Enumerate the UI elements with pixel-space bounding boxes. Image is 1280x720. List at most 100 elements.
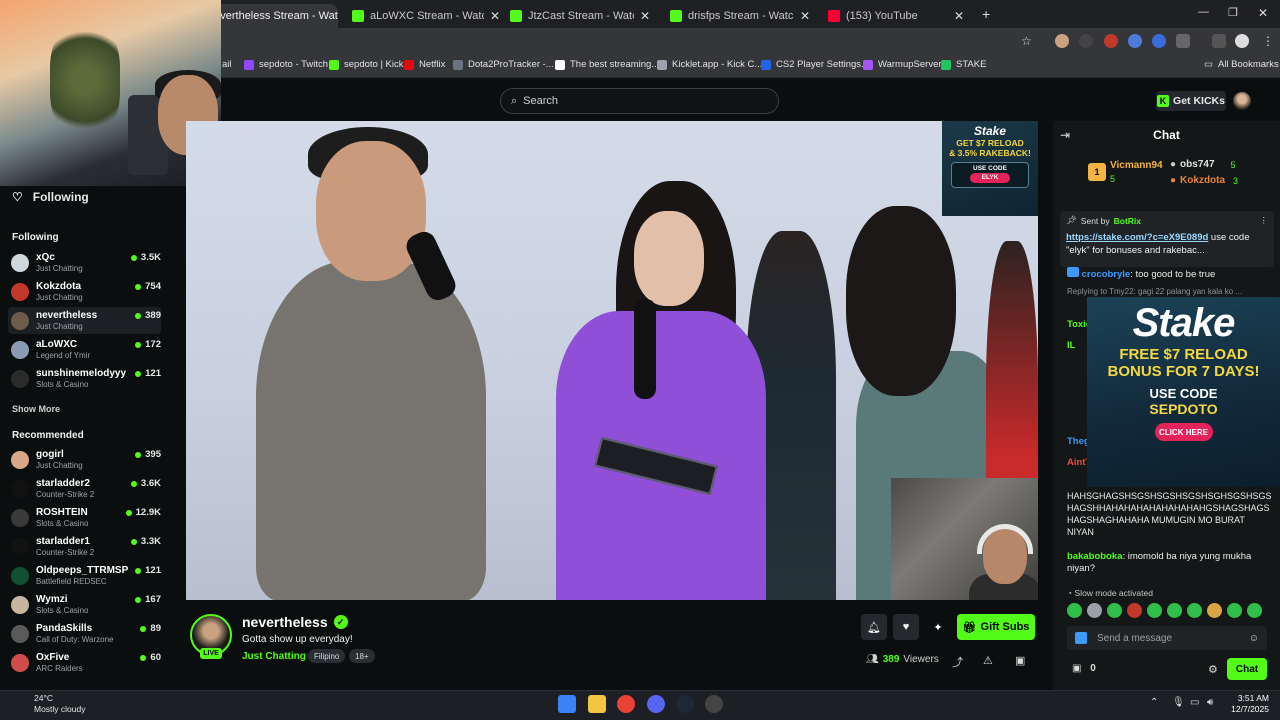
get-kicks-button[interactable]: K Get KICKs [1156,91,1226,111]
emote-icon[interactable] [1067,603,1082,618]
unpin-icon[interactable]: ⋮ [1260,215,1269,226]
sidebar-channel[interactable]: PandaSkills Call of Duty: Warzone 89 [8,620,161,647]
emoji-icon[interactable]: ☺ [1249,633,1259,644]
gift-subs-button[interactable]: 🎁︎ Gift Subs [957,614,1035,640]
all-bookmarks[interactable]: ▭ All Bookmarks [1204,59,1279,70]
bookmark-item[interactable]: STAKE [941,59,986,70]
bookmark-item[interactable]: The best streaming... [555,59,659,70]
extension-icon[interactable] [1104,34,1118,48]
sidebar-channel[interactable]: xQc Just Chatting 3.5K [8,249,161,276]
sidebar-channel[interactable]: aLoWXC Legend of Ymir 172 [8,336,161,363]
network-icon[interactable]: ▭ [1190,697,1199,708]
close-tab-icon[interactable]: ✕ [640,9,650,23]
chat-settings-icon[interactable]: ⚙ [1208,663,1218,676]
sidebar-channel[interactable]: nevertheless Just Chatting 389 [8,307,161,334]
user-card-icon[interactable]: ▣ [1015,654,1025,667]
minimize-icon[interactable]: — [1198,6,1209,18]
sidebar-channel[interactable]: gogirl Just Chatting 395 [8,446,161,473]
user-avatar[interactable] [1233,92,1251,110]
emote-icon[interactable] [1127,603,1142,618]
tab-drisfps[interactable]: drisfps Stream - Watch Live on Kick ✕ [662,4,818,28]
follow-button[interactable]: ♥ [893,614,919,640]
windows-start-icon[interactable] [558,695,576,713]
tab-youtube[interactable]: (153) YouTube ✕ [820,4,972,28]
bookmark-item[interactable]: Kicklet.app - Kick C... [657,59,762,70]
show-more-link[interactable]: Show More [12,404,60,414]
bot-name[interactable]: BotRix [1114,216,1141,226]
restore-icon[interactable]: ❐ [1228,6,1238,19]
video-player[interactable] [186,121,1038,600]
sidebar-channel[interactable]: ROSHTEIN Slots & Casino 12.9K [8,504,161,531]
close-tab-icon[interactable]: ✕ [954,9,964,23]
chat-username[interactable]: IL [1067,340,1075,351]
sidebar-channel[interactable]: sunshinemelodyyy Slots & Casino 121 [8,365,161,392]
report-icon[interactable]: ⚠ [983,654,993,667]
volume-icon[interactable]: 🔊︎ [1207,697,1213,708]
sidebar-channel[interactable]: starladder2 Counter-Strike 2 3.6K [8,475,161,502]
pinned-message[interactable]: 📌︎ Sent by BotRix ⋮ https://stake.com/?c… [1060,211,1274,267]
bookmark-item[interactable]: Dota2ProTracker -... [453,59,554,70]
sidebar-channel[interactable]: Wymzi Slots & Casino 167 [8,591,161,618]
top-gifter[interactable]: Vicmann94 [1110,160,1163,171]
file-explorer-icon[interactable] [588,695,606,713]
steam-icon[interactable] [676,695,694,713]
close-tab-icon[interactable]: ✕ [490,9,500,23]
sidebar-channel[interactable]: Oldpeeps_TTRMSP Battlefield REDSEC 121 [8,562,161,589]
emote-icon[interactable] [1247,603,1262,618]
chat-send-button[interactable]: Chat [1227,658,1267,680]
search-input[interactable]: ⌕ Search [500,88,779,114]
weather-widget[interactable]: 24°C Mostly cloudy [12,693,86,715]
bookmark-item[interactable]: sepdoto - Twitch [244,59,328,70]
tag-18plus[interactable]: 18+ [349,649,375,663]
profile-icon[interactable] [1235,34,1249,48]
following-section-title[interactable]: ♡ Following [12,190,89,204]
microphone-icon[interactable]: 🎙︎ [1172,697,1185,708]
stream-category[interactable]: Just Chatting [242,651,306,662]
bookmark-item[interactable]: sepdoto | Kick [329,59,404,70]
emote-icon[interactable] [1087,603,1102,618]
extension-icon[interactable] [1152,34,1166,48]
emote-icon[interactable] [1107,603,1122,618]
tab-jtzcast[interactable]: JtzCast Stream - Watch Live on Kick ✕ [502,4,658,28]
streamer-name[interactable]: nevertheless ✓ [242,614,348,630]
points-display[interactable]: ▣ 0 [1072,663,1096,674]
click-here-button[interactable]: CLICK HERE [1154,423,1213,441]
chat-input[interactable]: Send a message ☺ [1067,626,1267,650]
sidebar-channel[interactable]: Kokzdota Just Chatting 754 [8,278,161,305]
pinned-link[interactable]: https://stake.com/?c=eX9E089d [1066,232,1208,243]
browser-menu-icon[interactable]: ⋮ [1262,34,1274,48]
bookmark-item[interactable]: ail [222,59,232,70]
close-window-icon[interactable]: ✕ [1258,6,1268,20]
tray-chevron-icon[interactable]: ⌃ [1150,697,1158,708]
reading-list-icon[interactable] [1212,34,1226,48]
extension-icon[interactable] [1079,34,1093,48]
close-tab-icon[interactable]: ✕ [800,9,810,23]
bookmark-item[interactable]: WarmupServer [863,59,942,70]
system-clock[interactable]: 3:51 AM 12/7/2025 [1225,693,1269,715]
sidebar-channel[interactable]: starladder1 Counter-Strike 2 3.3K [8,533,161,560]
tab-alowxc[interactable]: aLoWXC Stream - Watch Live on Kick ✕ [344,4,508,28]
chat-username[interactable]: bakaboboka [1067,551,1122,562]
extension-icon[interactable] [1055,34,1069,48]
top-gifter[interactable]: ● Kokzdota 3 [1170,175,1238,186]
extensions-puzzle-icon[interactable] [1176,34,1190,48]
top-gifter[interactable]: ● obs747 5 [1170,159,1236,170]
chrome-icon[interactable] [617,695,635,713]
obs-icon[interactable] [705,695,723,713]
notification-bell-button[interactable]: 🔔︎ [861,614,887,640]
stake-ad-small[interactable]: Stake GET $7 RELOAD & 3.5% RAKEBACK! USE… [942,121,1038,216]
emote-icon[interactable] [1207,603,1222,618]
sparkle-button[interactable]: ✦ [925,614,951,640]
tag-filipino[interactable]: Filipino [308,649,346,663]
discord-icon[interactable] [647,695,665,713]
sidebar-channel[interactable]: OxFive ARC Raiders 60 [8,649,161,676]
share-icon[interactable]: ⤴ [952,654,963,670]
extension-icon[interactable] [1128,34,1142,48]
emote-icon[interactable] [1187,603,1202,618]
emote-icon[interactable] [1147,603,1162,618]
emote-icon[interactable] [1167,603,1182,618]
stake-ad-large[interactable]: Stake FREE $7 RELOAD BONUS FOR 7 DAYS! U… [1087,297,1280,487]
bookmark-item[interactable]: CS2 Player Settings... [761,59,869,70]
bookmark-item[interactable]: Netflix [404,59,445,70]
chat-username[interactable]: crocobryle [1082,269,1131,280]
